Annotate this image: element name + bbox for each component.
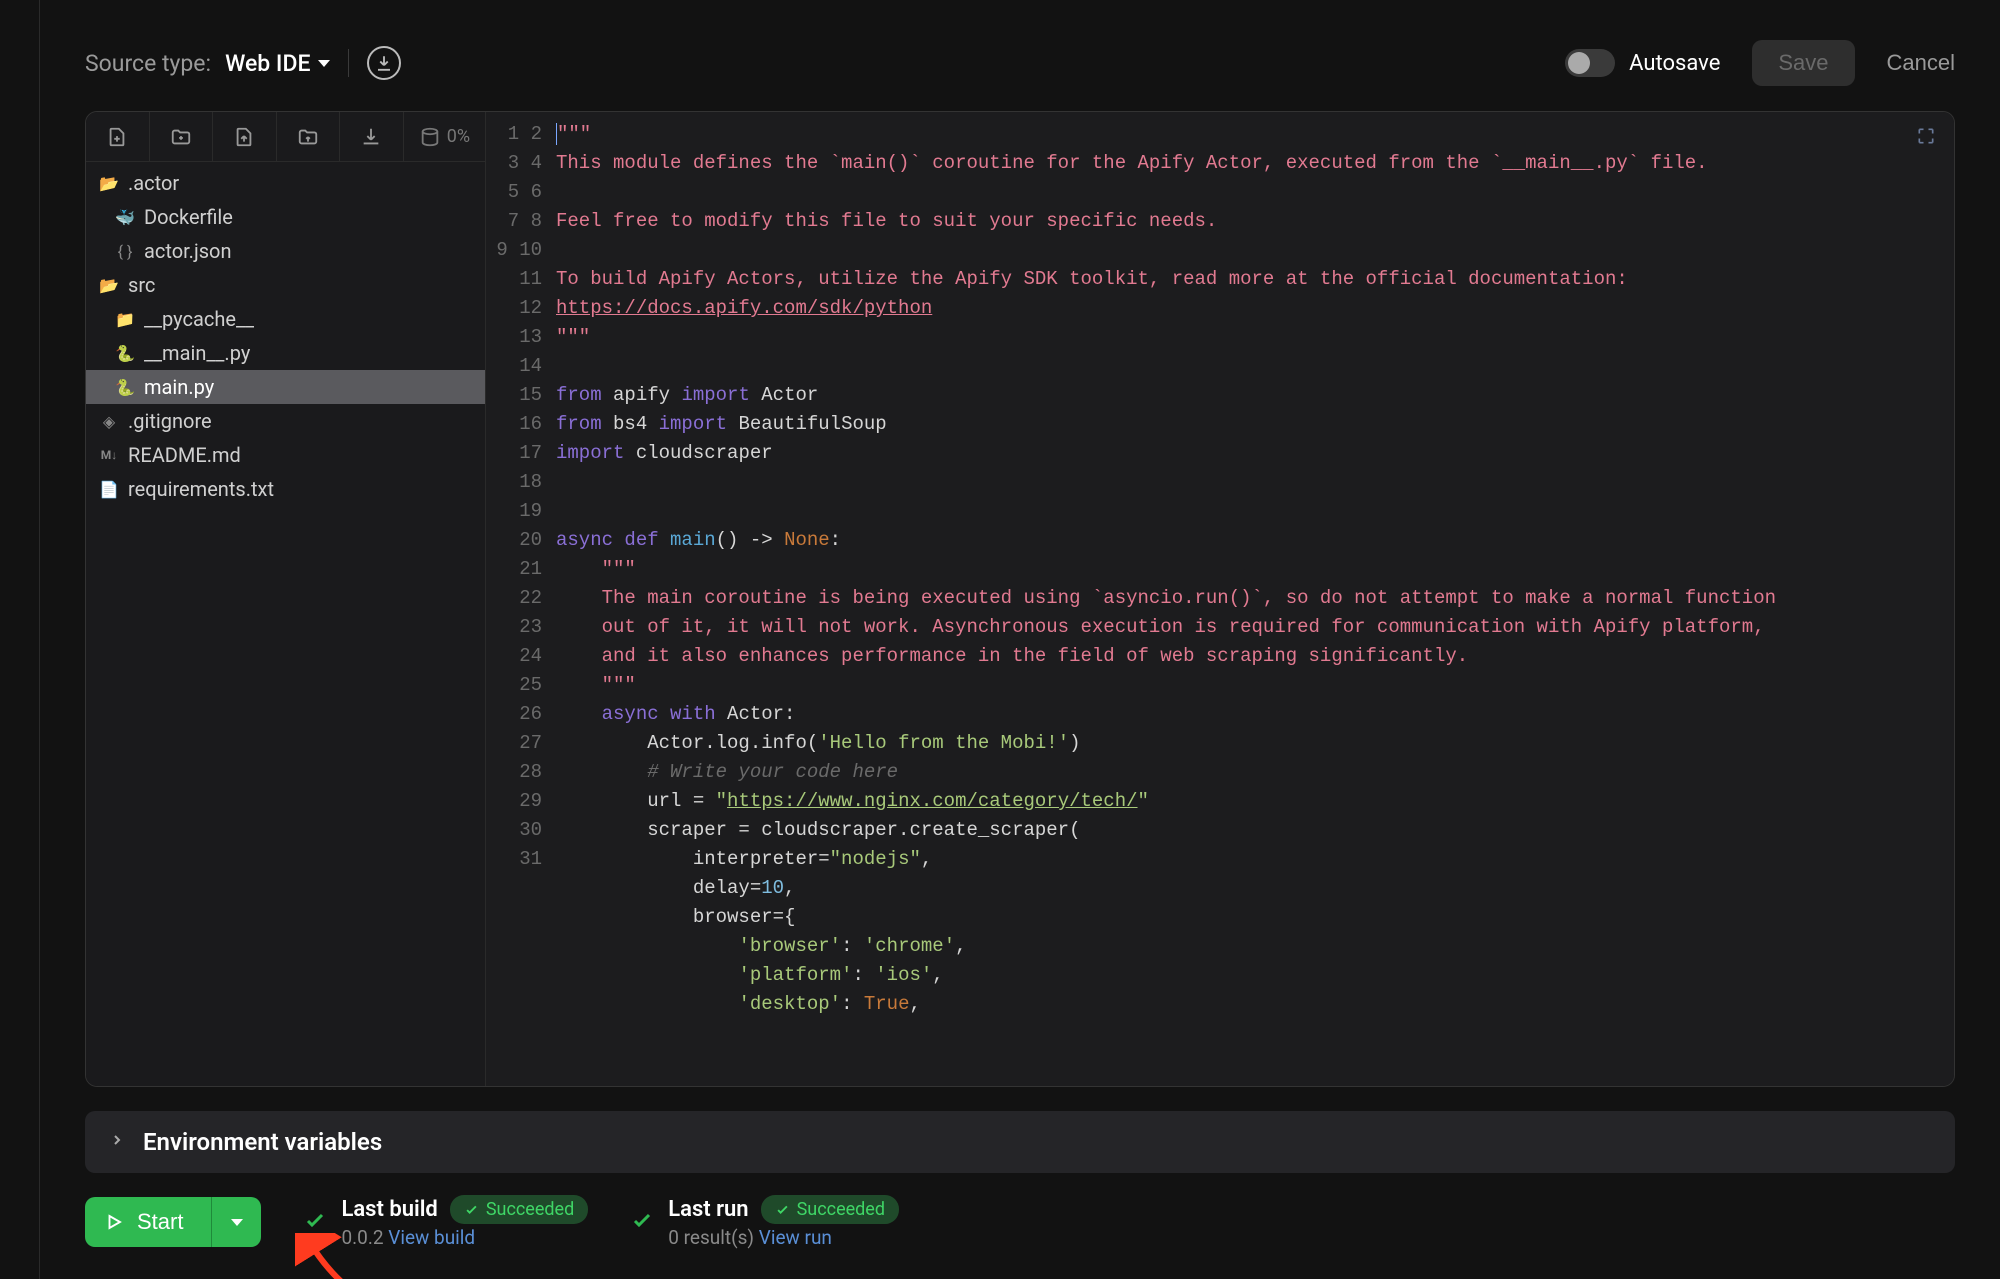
last-build-status: Last build Succeeded 0.0.2 View build bbox=[303, 1195, 588, 1249]
tree-file-gitignore[interactable]: ◈ .gitignore bbox=[86, 404, 485, 438]
upload-file-button[interactable] bbox=[213, 112, 277, 161]
topbar: Source type: Web IDE Autosave Save bbox=[85, 40, 1955, 86]
tree-file-requirements[interactable]: 📄 requirements.txt bbox=[86, 472, 485, 506]
play-icon bbox=[105, 1213, 123, 1231]
save-button[interactable]: Save bbox=[1752, 40, 1854, 86]
json-icon: { } bbox=[114, 242, 136, 261]
source-type-value: Web IDE bbox=[225, 50, 310, 77]
build-status-badge: Succeeded bbox=[450, 1195, 588, 1224]
build-version: 0.0.2 bbox=[341, 1226, 383, 1249]
tree-label: README.md bbox=[128, 443, 241, 467]
tree-label: Dockerfile bbox=[144, 205, 233, 229]
env-variables-label: Environment variables bbox=[143, 1128, 382, 1156]
line-gutter: 1 2 3 4 5 6 7 8 9 10 11 12 13 14 15 16 1… bbox=[486, 112, 556, 1086]
download-source-button[interactable] bbox=[340, 112, 404, 161]
tree-label: .gitignore bbox=[128, 409, 212, 433]
code-editor[interactable]: 1 2 3 4 5 6 7 8 9 10 11 12 13 14 15 16 1… bbox=[486, 112, 1954, 1086]
autosave-toggle[interactable] bbox=[1565, 49, 1615, 77]
fullscreen-button[interactable] bbox=[1916, 126, 1936, 150]
tree-file-actor-json[interactable]: { } actor.json bbox=[86, 234, 485, 268]
check-icon bbox=[630, 1208, 654, 1236]
check-icon bbox=[303, 1208, 327, 1236]
docker-icon: 🐳 bbox=[114, 208, 136, 227]
folder-open-icon: 📂 bbox=[98, 174, 120, 193]
last-build-title: Last build bbox=[341, 1197, 437, 1222]
divider bbox=[348, 49, 349, 77]
footer-bar: Start Last build Succeeded 0.0.2 View bu… bbox=[85, 1195, 1955, 1249]
tree-label: __pycache__ bbox=[144, 307, 254, 331]
left-rail bbox=[0, 0, 40, 1279]
python-icon: 🐍 bbox=[114, 378, 136, 397]
chevron-right-icon bbox=[109, 1132, 125, 1152]
autosave-label: Autosave bbox=[1629, 51, 1720, 76]
file-tree: 📂 .actor 🐳 Dockerfile { } actor.json 📂 src 📁… bbox=[86, 162, 485, 1086]
chevron-down-icon bbox=[231, 1219, 243, 1226]
text-icon: 📄 bbox=[98, 480, 120, 499]
folder-icon: 📁 bbox=[114, 310, 136, 329]
new-folder-button[interactable] bbox=[150, 112, 214, 161]
tree-label: requirements.txt bbox=[128, 477, 274, 501]
tree-file-main-py[interactable]: 🐍 main.py bbox=[86, 370, 485, 404]
start-button[interactable]: Start bbox=[85, 1197, 211, 1247]
git-icon: ◈ bbox=[98, 412, 120, 431]
tree-file-main-dunder[interactable]: 🐍 __main__.py bbox=[86, 336, 485, 370]
tree-label: actor.json bbox=[144, 239, 232, 263]
folder-open-icon: 📂 bbox=[98, 276, 120, 295]
tree-file-readme[interactable]: M↓ README.md bbox=[86, 438, 485, 472]
file-sidebar: 0% 📂 .actor 🐳 Dockerfile { } actor.json 📂 sr… bbox=[86, 112, 486, 1086]
fullscreen-icon bbox=[1916, 126, 1936, 146]
download-button[interactable] bbox=[367, 46, 401, 80]
sidebar-toolbar: 0% bbox=[86, 112, 485, 162]
python-icon: 🐍 bbox=[114, 344, 136, 363]
run-results: 0 result(s) bbox=[668, 1226, 754, 1249]
source-type-dropdown[interactable]: Web IDE bbox=[225, 50, 330, 77]
run-status-badge: Succeeded bbox=[761, 1195, 899, 1224]
upload-folder-button[interactable] bbox=[277, 112, 341, 161]
tree-label: main.py bbox=[144, 375, 214, 399]
last-run-status: Last run Succeeded 0 result(s) View run bbox=[630, 1195, 899, 1249]
download-icon bbox=[375, 54, 393, 72]
ide-panel: 0% 📂 .actor 🐳 Dockerfile { } actor.json 📂 sr… bbox=[85, 111, 1955, 1087]
view-run-link[interactable]: View run bbox=[759, 1226, 832, 1249]
tree-label: src bbox=[128, 273, 155, 297]
env-variables-panel[interactable]: Environment variables bbox=[85, 1111, 1955, 1173]
code-content[interactable]: """ This module defines the `main()` cor… bbox=[556, 112, 1954, 1086]
tree-folder-actor[interactable]: 📂 .actor bbox=[86, 166, 485, 200]
tree-folder-src[interactable]: 📂 src bbox=[86, 268, 485, 302]
view-build-link[interactable]: View build bbox=[388, 1226, 475, 1249]
start-label: Start bbox=[137, 1209, 183, 1235]
source-type-label: Source type: bbox=[85, 50, 211, 77]
tree-label: __main__.py bbox=[144, 341, 250, 365]
markdown-icon: M↓ bbox=[98, 448, 120, 462]
cancel-button[interactable]: Cancel bbox=[1887, 50, 1955, 76]
start-dropdown-button[interactable] bbox=[211, 1197, 261, 1247]
new-file-button[interactable] bbox=[86, 112, 150, 161]
tree-label: .actor bbox=[128, 171, 179, 195]
storage-indicator: 0% bbox=[404, 112, 485, 161]
last-run-title: Last run bbox=[668, 1197, 748, 1222]
chevron-down-icon bbox=[318, 60, 330, 67]
storage-percent: 0% bbox=[447, 126, 470, 147]
tree-folder-pycache[interactable]: 📁 __pycache__ bbox=[86, 302, 485, 336]
toggle-knob bbox=[1568, 52, 1590, 74]
tree-file-dockerfile[interactable]: 🐳 Dockerfile bbox=[86, 200, 485, 234]
